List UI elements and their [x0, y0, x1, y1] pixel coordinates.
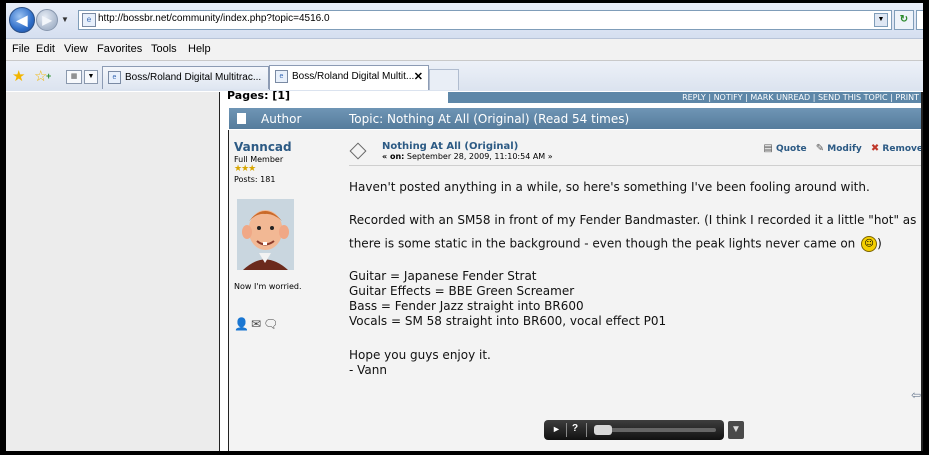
- page-content: Pages: [1] REPLY | NOTIFY | MARK UNREAD …: [6, 89, 923, 451]
- date-text: September 28, 2009, 11:10:54 AM »: [406, 152, 553, 161]
- quick-tabs-icon[interactable]: ▦: [66, 70, 82, 84]
- audio-player: ► ? ▼: [544, 420, 744, 440]
- address-bar-row: ◀ ▶ ▼ e http://bossbr.net/community/inde…: [6, 3, 923, 39]
- left-sidebar-area: [6, 92, 220, 451]
- closing-paren: ): [877, 236, 882, 251]
- tab-label: Boss/Roland Digital Multitrac...: [125, 72, 262, 83]
- back-arrow-icon: ◀: [16, 12, 28, 28]
- tab-list-dropdown-icon[interactable]: ▼: [84, 70, 98, 84]
- menu-file[interactable]: File: [12, 43, 30, 55]
- date-prefix: « on:: [382, 152, 405, 161]
- tab-label: Boss/Roland Digital Multit...: [292, 71, 415, 82]
- header-author-label: Author: [261, 112, 302, 126]
- favorites-star-icon[interactable]: ★: [12, 67, 25, 85]
- message-line: Guitar = Japanese Fender Strat: [349, 269, 537, 283]
- topic-document-icon: [237, 113, 246, 124]
- page-favicon-icon: e: [82, 13, 96, 27]
- smiley-icon: ☺: [861, 236, 878, 252]
- message-area: Nothing At All (Original) « on: Septembe…: [349, 130, 923, 451]
- poster-contact-icons: 👤✉🗨: [234, 317, 280, 331]
- back-button[interactable]: ◀: [9, 7, 35, 33]
- address-input[interactable]: e http://bossbr.net/community/index.php?…: [78, 10, 892, 30]
- post-icon: [349, 142, 367, 160]
- tab-bar: ★ ☆ + ▦ ▼ e Boss/Roland Digital Multitrac…: [6, 61, 923, 91]
- message-line: Recorded with an SM58 in front of my Fen…: [349, 213, 917, 227]
- message-line-with-smiley: there is some static in the background -…: [349, 236, 882, 252]
- divider: [349, 165, 923, 166]
- new-tab-button[interactable]: [429, 69, 459, 90]
- divider: [219, 92, 220, 451]
- rank-stars-icon: ★★★: [234, 164, 256, 174]
- message-buttons: ▤ Quote ✎ Modify ✖ Remove: [757, 143, 923, 154]
- poster-name-link[interactable]: Vanncad: [234, 140, 292, 154]
- progress-knob[interactable]: [594, 425, 612, 435]
- url-text[interactable]: http://bossbr.net/community/index.php?to…: [98, 13, 330, 24]
- divider: [228, 130, 229, 451]
- message-line: Hope you guys enjoy it.: [349, 348, 491, 362]
- progress-track[interactable]: [594, 428, 716, 432]
- modify-button[interactable]: Modify: [827, 144, 861, 154]
- forward-arrow-icon: ▶: [42, 13, 52, 27]
- divider: [921, 92, 923, 451]
- avatar: [237, 199, 294, 270]
- header-topic-title: Topic: Nothing At All (Original) (Read 5…: [349, 112, 630, 126]
- add-favorite-plus-icon: +: [46, 71, 52, 81]
- play-button[interactable]: ►: [552, 424, 561, 434]
- browser-window: ◀ ▶ ▼ e http://bossbr.net/community/inde…: [6, 3, 923, 451]
- report-to-moderator-icon[interactable]: ⇦: [911, 388, 921, 402]
- message-line: Bass = Fender Jazz straight into BR600: [349, 299, 584, 313]
- message-line: Haven't posted anything in a while, so h…: [349, 180, 870, 194]
- pages-label: Pages: [1]: [227, 89, 291, 102]
- quote-button[interactable]: Quote: [776, 144, 807, 154]
- menu-edit[interactable]: Edit: [36, 43, 55, 55]
- tab-multitrack-1[interactable]: e Boss/Roland Digital Multitrac...: [102, 66, 269, 89]
- poster-rank: Full Member: [234, 155, 284, 164]
- message-line: Vocals = SM 58 straight into BR600, voca…: [349, 314, 667, 328]
- message-line: Guitar Effects = BBE Green Screamer: [349, 284, 575, 298]
- address-dropdown-icon[interactable]: ▼: [874, 13, 888, 27]
- menu-view[interactable]: View: [64, 43, 88, 55]
- message-line: - Vann: [349, 363, 387, 377]
- menu-help[interactable]: Help: [188, 43, 211, 55]
- poster-post-count: Posts: 181: [234, 175, 276, 184]
- message-line: there is some static in the background -…: [349, 236, 856, 251]
- pm-icon[interactable]: 🗨: [263, 317, 280, 331]
- search-box[interactable]: [916, 10, 923, 30]
- tab-favicon-icon: e: [275, 69, 288, 83]
- message-date: « on: September 28, 2009, 11:10:54 AM »: [382, 152, 553, 161]
- help-button[interactable]: ?: [572, 423, 578, 434]
- tab-favicon-icon: e: [108, 70, 121, 84]
- tab-close-icon[interactable]: ✕: [414, 66, 423, 88]
- profile-icon[interactable]: 👤: [234, 317, 251, 331]
- email-icon[interactable]: ✉: [251, 317, 263, 331]
- topic-actions-bar[interactable]: REPLY | NOTIFY | MARK UNREAD | SEND THIS…: [448, 92, 923, 103]
- tab-multitrack-2[interactable]: e Boss/Roland Digital Multit... ✕: [269, 65, 429, 90]
- player-body: ► ?: [544, 420, 724, 440]
- forward-button[interactable]: ▶: [36, 9, 58, 31]
- poster-personal-text: Now I'm worried.: [234, 282, 302, 291]
- menu-tools[interactable]: Tools: [151, 43, 177, 55]
- menu-favorites[interactable]: Favorites: [97, 43, 142, 55]
- refresh-button[interactable]: ↻: [894, 10, 914, 30]
- divider: [566, 423, 567, 437]
- avatar-face-image: [237, 199, 294, 270]
- menu-bar: File Edit View Favorites Tools Help: [6, 39, 923, 61]
- history-dropdown-icon[interactable]: ▼: [61, 15, 69, 24]
- quote-icon[interactable]: ▤: [763, 143, 772, 154]
- download-icon[interactable]: ▼: [728, 421, 744, 439]
- remove-button[interactable]: Remove: [882, 144, 923, 154]
- remove-icon[interactable]: ✖: [871, 143, 879, 154]
- divider: [586, 423, 587, 437]
- post-container: Vanncad Full Member ★★★ Posts: 181 Now I…: [228, 130, 923, 451]
- topic-header: Author Topic: Nothing At All (Original) …: [229, 108, 923, 129]
- modify-icon[interactable]: ✎: [816, 143, 824, 154]
- message-title-link[interactable]: Nothing At All (Original): [382, 141, 518, 152]
